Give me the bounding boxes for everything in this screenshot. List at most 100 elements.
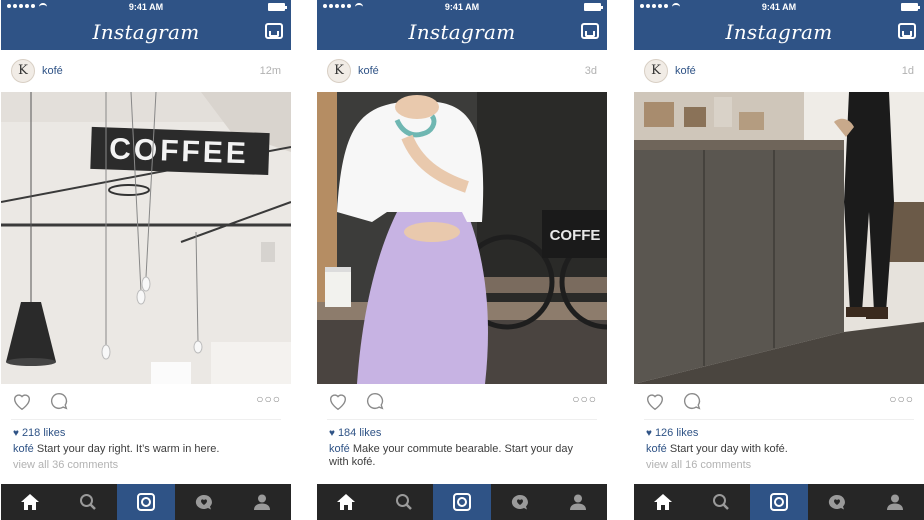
battery-icon — [584, 3, 603, 11]
status-bar: 9:41 AM — [634, 0, 924, 14]
inbox-icon[interactable] — [581, 23, 599, 39]
post-time: 12m — [259, 65, 281, 77]
post-header: K kofé 1d — [634, 50, 924, 92]
status-bar: 9:41 AM — [1, 0, 291, 14]
post-caption: kofé Start your day with kofé. — [646, 443, 912, 456]
tab-home[interactable] — [1, 484, 59, 520]
caption-text: Start your day right. It’s warm in here. — [36, 443, 220, 455]
caption-text: Start your day with kofé. — [669, 443, 788, 455]
tab-camera[interactable] — [750, 484, 808, 520]
tab-bar — [317, 484, 607, 520]
inbox-icon[interactable] — [265, 23, 283, 39]
app-logo: Instagram — [725, 20, 833, 44]
photo-sign-text: COFFE — [550, 227, 601, 244]
heart-icon[interactable] — [327, 390, 349, 412]
likes-heart-icon: ♥ — [646, 427, 652, 439]
post-caption: kofé Start your day right. It’s warm in … — [13, 443, 279, 456]
post-header: K kofé 3d — [317, 50, 607, 92]
post-photo[interactable]: COFFEE — [1, 92, 291, 384]
search-icon — [80, 494, 96, 510]
tab-search[interactable] — [375, 484, 433, 520]
battery-icon — [268, 3, 287, 11]
camera-icon — [770, 493, 788, 511]
more-icon[interactable]: ○○○ — [256, 392, 281, 406]
inbox-icon[interactable] — [898, 23, 916, 39]
likes-count[interactable]: ♥ 184 likes — [329, 427, 595, 439]
tab-home[interactable] — [634, 484, 692, 520]
tab-profile[interactable] — [233, 484, 291, 520]
more-icon[interactable]: ○○○ — [572, 392, 597, 406]
caption-username[interactable]: kofé — [13, 443, 34, 455]
comment-icon[interactable] — [681, 390, 703, 412]
avatar[interactable]: K — [11, 59, 35, 83]
tab-search[interactable] — [59, 484, 117, 520]
post-actions: ○○○ — [644, 384, 914, 420]
search-icon — [396, 494, 412, 510]
activity-icon — [195, 494, 212, 510]
tab-bar — [1, 484, 291, 520]
battery-icon — [901, 3, 920, 11]
post-username[interactable]: kofé — [675, 65, 696, 77]
profile-icon — [887, 494, 903, 510]
more-icon[interactable]: ○○○ — [889, 392, 914, 406]
phone-screen-3: 9:41 AM Instagram K kofé 1d ○○○ ♥ 126 li… — [634, 0, 924, 520]
tab-camera[interactable] — [117, 484, 175, 520]
likes-count[interactable]: ♥ 218 likes — [13, 427, 279, 439]
heart-icon[interactable] — [11, 390, 33, 412]
comment-icon[interactable] — [48, 390, 70, 412]
tab-activity[interactable] — [808, 484, 866, 520]
home-icon — [654, 494, 672, 510]
likes-text: 218 likes — [21, 427, 66, 439]
phone-screen-2: 9:41 AM Instagram K kofé 3d COFFE ○○○ ♥ … — [317, 0, 607, 520]
tab-home[interactable] — [317, 484, 375, 520]
view-all-comments-link[interactable]: view all 16 comments — [646, 459, 912, 471]
likes-heart-icon: ♥ — [13, 427, 19, 439]
status-time: 9:41 AM — [761, 2, 797, 12]
post-photo[interactable]: COFFE — [317, 92, 607, 384]
post-photo[interactable] — [634, 92, 924, 384]
post-time: 1d — [901, 65, 914, 77]
nav-bar: Instagram — [634, 14, 924, 50]
post-username[interactable]: kofé — [42, 65, 63, 77]
search-icon — [713, 494, 729, 510]
post-header: K kofé 12m — [1, 50, 291, 92]
heart-icon[interactable] — [644, 390, 666, 412]
avatar[interactable]: K — [644, 59, 668, 83]
activity-icon — [511, 494, 528, 510]
likes-text: 126 likes — [654, 427, 699, 439]
avatar[interactable]: K — [327, 59, 351, 83]
nav-bar: Instagram — [1, 14, 291, 50]
caption-username[interactable]: kofé — [646, 443, 667, 455]
tab-bar — [634, 484, 924, 520]
app-logo: Instagram — [92, 20, 200, 44]
post-actions: ○○○ — [327, 384, 597, 420]
post-caption: kofé Make your commute bearable. Start y… — [329, 443, 595, 469]
comment-icon[interactable] — [364, 390, 386, 412]
home-icon — [337, 494, 355, 510]
status-time: 9:41 AM — [444, 2, 480, 12]
camera-icon — [137, 493, 155, 511]
post-actions: ○○○ — [11, 384, 281, 420]
likes-count[interactable]: ♥ 126 likes — [646, 427, 912, 439]
tab-profile[interactable] — [866, 484, 924, 520]
tab-activity[interactable] — [175, 484, 233, 520]
app-logo: Instagram — [408, 20, 516, 44]
home-icon — [21, 494, 39, 510]
tab-profile[interactable] — [549, 484, 607, 520]
tab-activity[interactable] — [491, 484, 549, 520]
likes-heart-icon: ♥ — [329, 427, 335, 439]
likes-text: 184 likes — [337, 427, 382, 439]
view-all-comments-link[interactable]: view all 36 comments — [13, 459, 279, 471]
activity-icon — [828, 494, 845, 510]
caption-text: Make your commute bearable. Start your d… — [329, 443, 573, 468]
tab-camera[interactable] — [433, 484, 491, 520]
caption-username[interactable]: kofé — [329, 443, 350, 455]
status-time: 9:41 AM — [128, 2, 164, 12]
profile-icon — [570, 494, 586, 510]
tab-search[interactable] — [692, 484, 750, 520]
photo-sign-text: COFFEE — [109, 133, 250, 171]
profile-icon — [254, 494, 270, 510]
post-time: 3d — [584, 65, 597, 77]
post-username[interactable]: kofé — [358, 65, 379, 77]
nav-bar: Instagram — [317, 14, 607, 50]
